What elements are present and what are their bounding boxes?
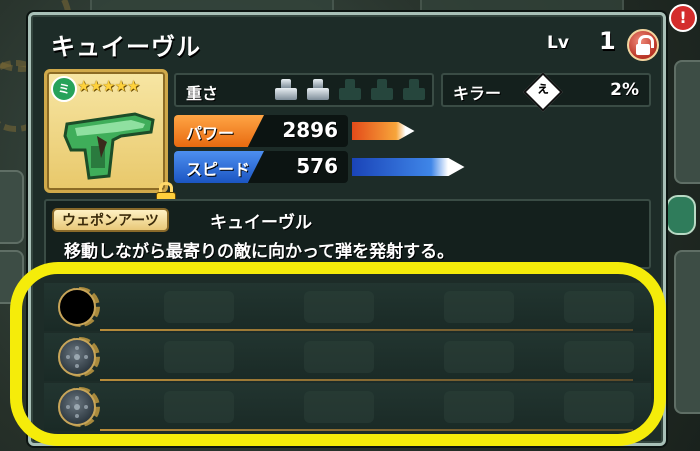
weight-icon bbox=[336, 79, 364, 101]
speed-label: スピード bbox=[186, 160, 251, 179]
rarity-stars: ★★★★★ bbox=[77, 77, 140, 95]
slot-divider bbox=[100, 429, 633, 431]
power-stat: 2896 パワー bbox=[174, 115, 514, 147]
killer-stat: キラー ぇ 2% bbox=[441, 72, 651, 112]
speed-gauge bbox=[352, 158, 465, 176]
weapon-arts-description: ウェポンアーツ キュイーヴル 移動しながら最寄りの敵に向かって弾を発射する。 bbox=[44, 199, 651, 269]
title-row: キュイーヴル Lv 1 bbox=[31, 15, 663, 67]
weapon-type-badge: ミ bbox=[51, 76, 77, 102]
weight-icons bbox=[272, 79, 428, 101]
slot-gear-icon bbox=[54, 335, 102, 379]
rune-slot-row[interactable] bbox=[44, 283, 651, 331]
rune-slot-row[interactable] bbox=[44, 383, 651, 431]
weapon-arts-tag: ウェポンアーツ bbox=[52, 208, 169, 232]
empty-slot-socket[interactable] bbox=[58, 288, 96, 326]
rune-slots bbox=[44, 277, 651, 439]
background-right-tab bbox=[674, 250, 700, 414]
background-left-tab bbox=[0, 250, 24, 304]
locked-slot-socket[interactable] bbox=[58, 338, 96, 376]
killer-label: キラー bbox=[453, 84, 502, 103]
slot-gear-icon bbox=[54, 385, 102, 429]
weight-icon bbox=[368, 79, 396, 101]
weapon-thumbnail[interactable]: ミ ★★★★★ bbox=[44, 69, 176, 207]
killer-value: 2% bbox=[610, 80, 639, 100]
lock-icon bbox=[636, 44, 650, 55]
slot-divider bbox=[100, 329, 633, 331]
weight-icon bbox=[272, 79, 300, 101]
weapon-title: キュイーヴル bbox=[51, 33, 201, 61]
level-label: Lv bbox=[547, 33, 569, 53]
background-left-tab bbox=[0, 170, 24, 244]
slot-divider bbox=[100, 379, 633, 381]
weapon-detail-dialog: キュイーヴル Lv 1 ミ ★★★★★ 重さ キラー ぇ 2% 2896 パワー… bbox=[28, 12, 666, 446]
power-gauge bbox=[352, 122, 415, 140]
speed-value: 576 bbox=[296, 154, 338, 178]
alert-badge[interactable]: ! bbox=[669, 4, 697, 32]
slot-gear-icon bbox=[54, 285, 102, 329]
killer-type-icon: ぇ bbox=[523, 72, 563, 112]
weapon-arts-text: 移動しながら最寄りの敵に向かって弾を発射する。 bbox=[64, 242, 455, 262]
power-label: パワー bbox=[186, 124, 235, 143]
weight-label: 重さ bbox=[186, 84, 219, 103]
weapon-arts-name: キュイーヴル bbox=[210, 213, 312, 233]
weight-stat: 重さ bbox=[174, 73, 434, 107]
power-value: 2896 bbox=[282, 118, 338, 142]
background-right-button bbox=[666, 195, 696, 235]
weight-icon bbox=[400, 79, 428, 101]
background-right-tab bbox=[674, 60, 700, 184]
green-gun-icon bbox=[63, 112, 155, 180]
weight-icon bbox=[304, 79, 332, 101]
speed-stat: 576 スピード bbox=[174, 151, 514, 183]
locked-slot-socket[interactable] bbox=[58, 388, 96, 426]
lock-toggle-button[interactable] bbox=[627, 29, 659, 61]
rune-slot-row[interactable] bbox=[44, 333, 651, 381]
level-value: 1 bbox=[599, 27, 616, 55]
